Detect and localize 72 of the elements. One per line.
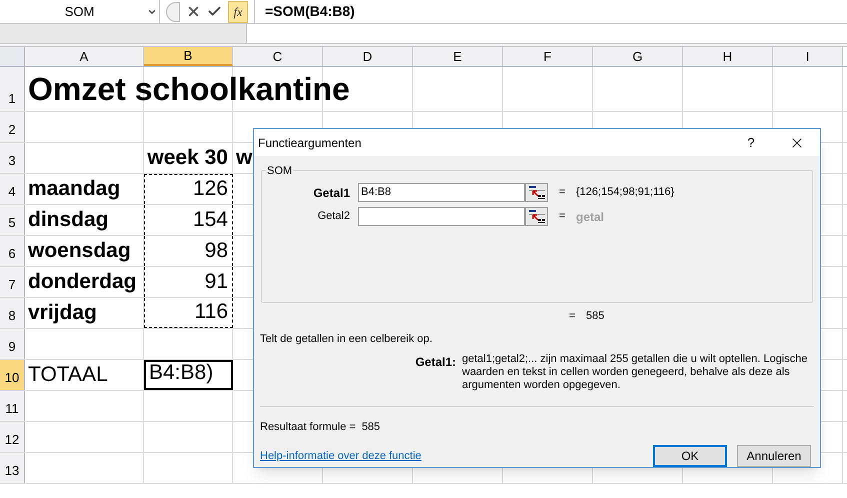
cell-text: vrijdag [28,300,97,326]
row-header[interactable]: 1 [0,67,25,111]
column-header[interactable]: A [25,47,144,66]
row-header[interactable]: 5 [0,205,25,235]
function-result: 585 [586,309,604,324]
cell-text: maandag [28,176,120,202]
selected-cell[interactable]: 126 [144,174,233,204]
formula-field[interactable]: =SOM(B4:B8) [254,0,847,23]
cell-text: TOTAAL [28,362,108,388]
equals-sign: = [559,185,566,200]
column-header[interactable]: F [503,47,593,66]
row-header[interactable]: 4 [0,174,25,204]
range-select-icon [528,186,544,199]
argument-help-label: Getal1: [414,354,457,372]
argument-result: getal [576,208,604,226]
row-header[interactable]: 3 [0,143,25,173]
selected-cell[interactable]: 98 [144,236,233,266]
cell-text: dinsdag [28,207,109,233]
cell-text: B4:B8) [149,360,214,386]
collapse-dialog-button[interactable] [525,207,548,226]
row-header[interactable]: 13 [0,453,25,483]
column-header[interactable]: I [773,47,843,66]
row-header[interactable]: 7 [0,267,25,297]
selected-cell[interactable]: 116 [144,298,233,328]
argument-help-text: getal1;getal2;... zijn maximaal 255 getallen die u wilt optellen. Logische waarden en tekst in cellen worden genegeerd, behalve als deze als argumenten worden opgegeven. [462,353,808,394]
row-header[interactable]: 12 [0,422,25,452]
column-header[interactable]: D [323,47,413,66]
dialog-button[interactable]: Annuleren [737,445,811,467]
argument-field[interactable] [358,207,525,226]
cell-text: 91 [204,269,228,295]
cell-text: donderdag [28,269,136,295]
dialog-title: Functieargumenten [258,134,362,152]
column-header[interactable]: B [144,47,233,66]
insert-function-button[interactable]: fx [228,0,248,22]
row-header[interactable]: 2 [0,112,25,142]
row-header[interactable]: 9 [0,329,25,359]
selected-cell[interactable]: 91 [144,267,233,297]
equals-sign: = [559,209,566,224]
cell-text: 98 [204,238,228,264]
splitter-handle[interactable] [166,2,180,22]
cell-text: 154 [192,207,228,233]
function-description: Telt de getallen in een celbereik op. [259,332,434,347]
cell-text: week 30 [147,145,228,171]
selected-cell[interactable]: B4:B8) [144,360,233,390]
row-header[interactable]: 11 [0,391,25,421]
formula-result: 585 [362,420,380,434]
argument-result: {126;154;98;91;116} [576,185,674,200]
argument-field[interactable]: B4:B8 [358,183,525,202]
row-header[interactable]: 8 [0,298,25,328]
cell-text: w [236,145,252,171]
selected-cell[interactable]: 154 [144,205,233,235]
column-header[interactable]: G [593,47,683,66]
help-button[interactable]: ? [728,132,774,152]
cell-text: 116 [194,299,228,325]
dropdown-icon[interactable] [147,7,157,17]
column-header[interactable]: C [233,47,323,66]
column-header[interactable]: E [413,47,503,66]
row-header[interactable]: 6 [0,236,25,266]
cancel-icon[interactable] [186,4,201,19]
column-header[interactable]: H [683,47,773,66]
row-header[interactable]: 10 [0,360,25,390]
cell-text: 126 [192,176,228,202]
range-select-icon [528,210,544,223]
argument-label: Getal2 [316,209,351,224]
cell-text: woensdag [28,238,131,264]
help-link[interactable]: Help-informatie over deze functie [260,448,653,464]
collapse-dialog-button[interactable] [525,183,548,202]
equals-sign: = [569,309,576,324]
dialog-button[interactable]: OK [653,445,727,467]
formula-result-label: Resultaat formule = [260,420,356,434]
sheet-title: Omzet schoolkantine [28,70,350,109]
argument-label: Getal1 [312,184,351,202]
